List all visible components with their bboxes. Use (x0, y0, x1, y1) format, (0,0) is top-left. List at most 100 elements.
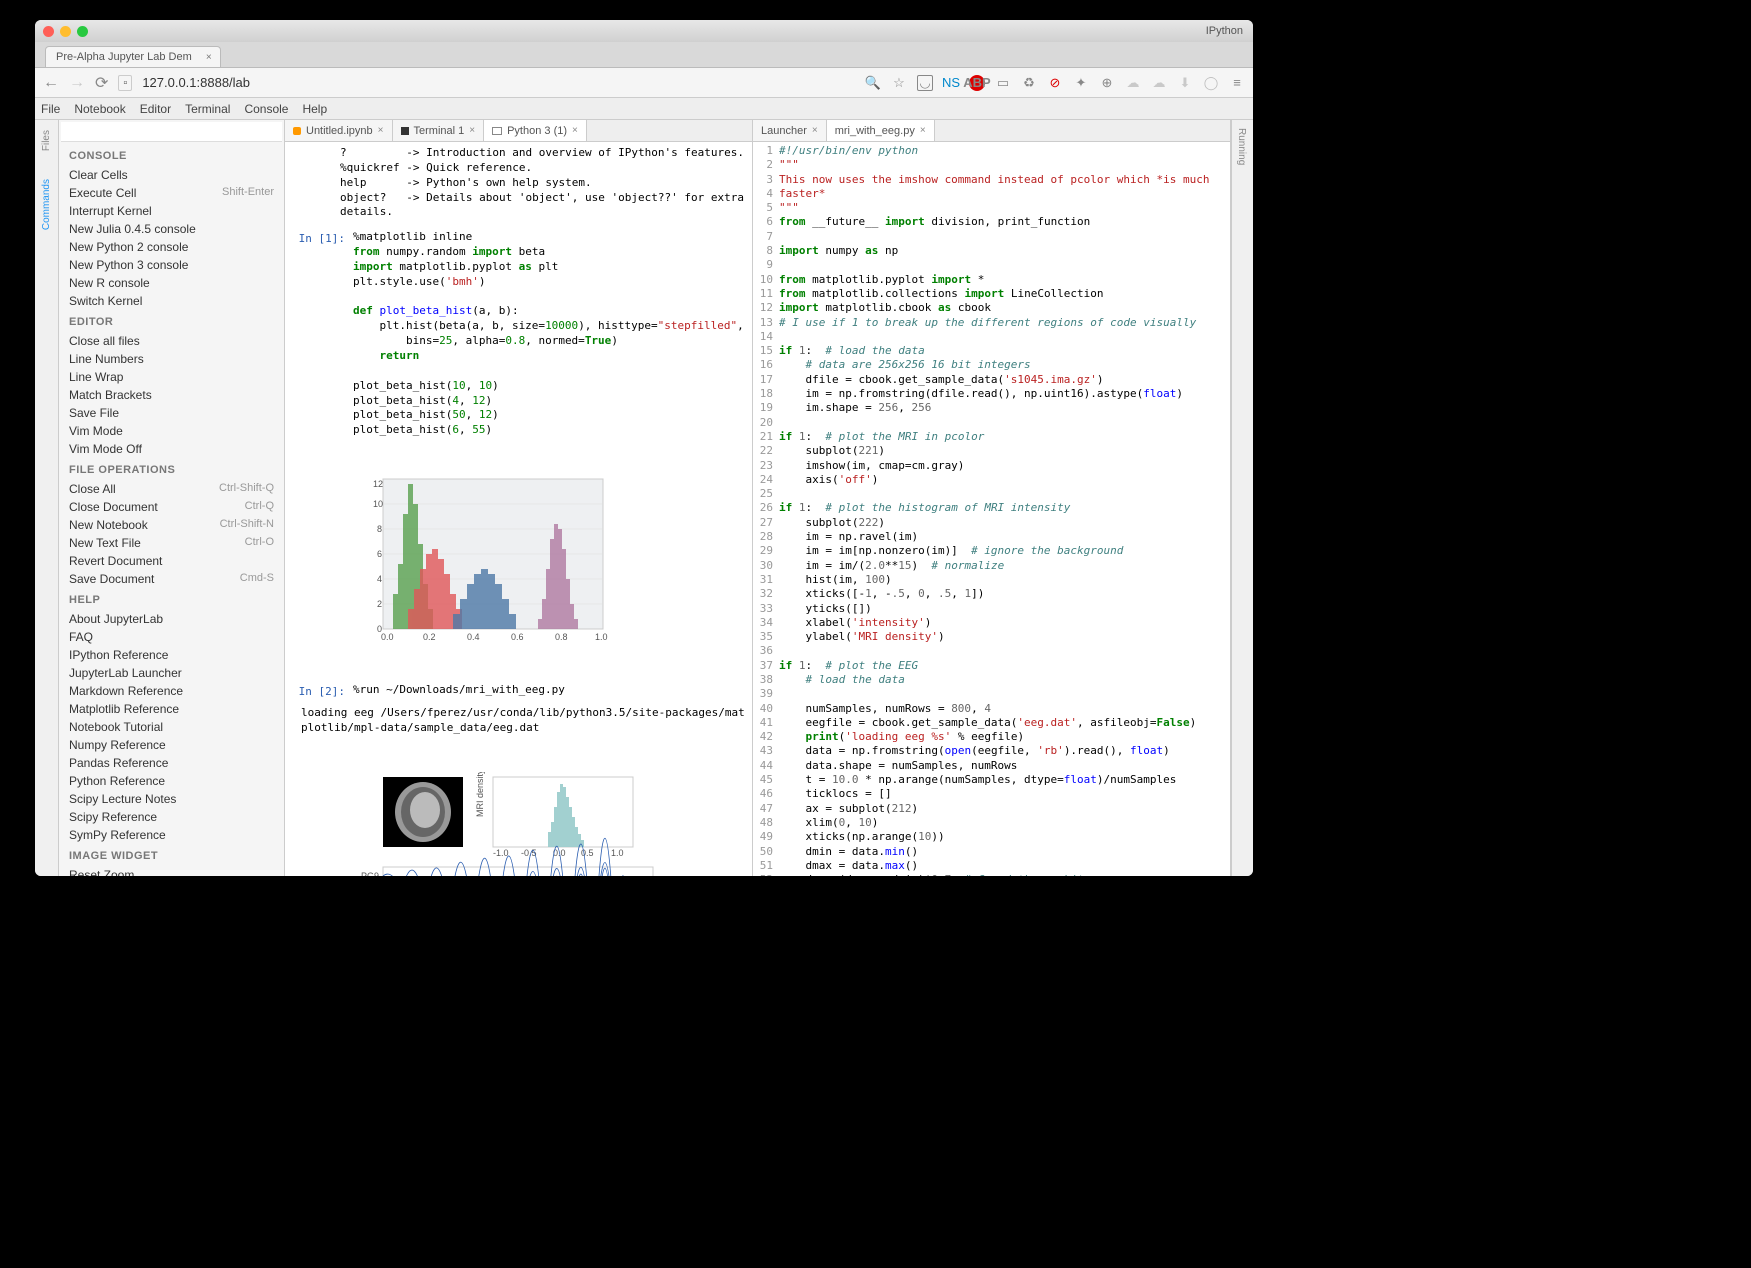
sidebar-item[interactable]: New Julia 0.4.5 console (59, 220, 284, 238)
sidebar-item[interactable]: Notebook Tutorial (59, 718, 284, 736)
sidebar-item-label: Markdown Reference (69, 684, 183, 698)
menu-icon[interactable]: ≡ (1229, 75, 1245, 91)
sidebar-item[interactable]: Execute CellShift-Enter (59, 184, 284, 202)
sidebar-item-label: New R console (69, 276, 150, 290)
command-search-input[interactable] (61, 122, 282, 142)
menu-console[interactable]: Console (244, 102, 288, 116)
pane-tab[interactable]: Launcher× (753, 120, 827, 141)
sidebar-item[interactable]: Clear Cells (59, 166, 284, 184)
sidebar-item[interactable]: New Text FileCtrl-O (59, 534, 284, 552)
rail-commands[interactable]: Commands (41, 175, 52, 234)
console-body[interactable]: ? -> Introduction and overview of IPytho… (285, 142, 752, 876)
sidebar-item[interactable]: Close AllCtrl-Shift-Q (59, 480, 284, 498)
sidebar-item-label: Matplotlib Reference (69, 702, 179, 716)
sidebar-item[interactable]: New Python 3 console (59, 256, 284, 274)
sidebar-item[interactable]: New Python 2 console (59, 238, 284, 256)
search-icon[interactable]: 🔍 (865, 75, 881, 91)
sidebar-item[interactable]: FAQ (59, 628, 284, 646)
sidebar-item[interactable]: Pandas Reference (59, 754, 284, 772)
sidebar-item-label: Vim Mode Off (69, 442, 142, 456)
sidebar-item[interactable]: Match Brackets (59, 386, 284, 404)
ext2-icon[interactable]: ⊕ (1099, 75, 1115, 91)
sidebar-item[interactable]: Close DocumentCtrl-Q (59, 498, 284, 516)
ext5-icon[interactable]: ⬇ (1177, 75, 1193, 91)
pane-tab[interactable]: Terminal 1 × (393, 120, 485, 141)
profile-icon[interactable]: ◯ (1203, 75, 1219, 91)
in2-prompt: In [2]: (293, 683, 353, 698)
sidebar-item-label: IPython Reference (69, 648, 168, 662)
sidebar-item[interactable]: SymPy Reference (59, 826, 284, 844)
svg-text:0.6: 0.6 (511, 632, 524, 642)
left-rail: Files Commands (35, 120, 59, 876)
sidebar-item[interactable]: Line Wrap (59, 368, 284, 386)
in1-prompt: In [1]: (293, 230, 353, 438)
close-tab-icon[interactable]: × (812, 125, 818, 136)
sidebar-item[interactable]: Close all files (59, 332, 284, 350)
menu-editor[interactable]: Editor (140, 102, 171, 116)
pocket-icon[interactable]: ◡ (917, 75, 933, 91)
cast-icon[interactable]: ▭ (995, 75, 1011, 91)
sidebar-item[interactable]: Vim Mode Off (59, 440, 284, 458)
ext4-icon[interactable]: ☁ (1151, 75, 1167, 91)
browser-tab[interactable]: Pre-Alpha Jupyter Lab Dem × (45, 46, 221, 67)
sidebar-item-shortcut: Ctrl-O (245, 536, 274, 550)
close-tab-icon[interactable]: × (206, 52, 212, 63)
sidebar-item[interactable]: Vim Mode (59, 422, 284, 440)
ext3-icon[interactable]: ☁ (1125, 75, 1141, 91)
star-icon[interactable]: ☆ (891, 75, 907, 91)
sidebar-item[interactable]: IPython Reference (59, 646, 284, 664)
sidebar-item[interactable]: Scipy Lecture Notes (59, 790, 284, 808)
sidebar-item[interactable]: Save File (59, 404, 284, 422)
menu-notebook[interactable]: Notebook (74, 102, 125, 116)
reload-button[interactable]: ⟳ (95, 73, 108, 93)
sidebar-section-header: CONSOLE (59, 144, 284, 166)
svg-text:8: 8 (377, 524, 382, 534)
sidebar-item[interactable]: Scipy Reference (59, 808, 284, 826)
close-window-button[interactable] (43, 26, 54, 37)
close-tab-icon[interactable]: × (469, 125, 475, 136)
recycle-icon[interactable]: ♻ (1021, 75, 1037, 91)
menu-help[interactable]: Help (302, 102, 327, 116)
sidebar-item[interactable]: Numpy Reference (59, 736, 284, 754)
sidebar-item[interactable]: About JupyterLab (59, 610, 284, 628)
rail-files[interactable]: Files (41, 126, 52, 155)
sidebar-item[interactable]: Markdown Reference (59, 682, 284, 700)
sidebar-item[interactable]: New NotebookCtrl-Shift-N (59, 516, 284, 534)
sidebar-item[interactable]: Switch Kernel (59, 292, 284, 310)
sidebar-item[interactable]: Matplotlib Reference (59, 700, 284, 718)
sidebar-item[interactable]: Save DocumentCmd-S (59, 570, 284, 588)
ext-icon[interactable]: ✦ (1073, 75, 1089, 91)
code-area[interactable]: #!/usr/bin/env python"""This now uses th… (779, 142, 1230, 876)
tab-label: Terminal 1 (414, 125, 465, 137)
adblock-icon[interactable]: ABP (969, 75, 985, 91)
url-field[interactable]: 127.0.0.1:8888/lab (142, 75, 855, 90)
pane-tab[interactable]: Python 3 (1) × (484, 120, 587, 141)
block-icon[interactable]: ⊘ (1047, 75, 1063, 91)
close-tab-icon[interactable]: × (378, 125, 384, 136)
forward-button[interactable]: → (69, 74, 85, 92)
minimize-window-button[interactable] (60, 26, 71, 37)
pane-tab[interactable]: mri_with_eeg.py× (827, 120, 935, 141)
sidebar-item[interactable]: Revert Document (59, 552, 284, 570)
zoom-window-button[interactable] (77, 26, 88, 37)
close-tab-icon[interactable]: × (920, 125, 926, 136)
sidebar-item[interactable]: Line Numbers (59, 350, 284, 368)
close-tab-icon[interactable]: × (572, 125, 578, 136)
sidebar-section-header: FILE OPERATIONS (59, 458, 284, 480)
menu-file[interactable]: File (41, 102, 60, 116)
browser-toolbar: ← → ⟳ ▫ 127.0.0.1:8888/lab 🔍 ☆ ◡ NS ABP … (35, 68, 1253, 98)
pane-tab[interactable]: Untitled.ipynb× (285, 120, 393, 141)
sidebar-item[interactable]: New R console (59, 274, 284, 292)
tab-label: Python 3 (1) (507, 125, 567, 137)
svg-text:PG9: PG9 (361, 871, 379, 876)
sidebar-item[interactable]: Python Reference (59, 772, 284, 790)
sidebar-item[interactable]: Interrupt Kernel (59, 202, 284, 220)
sidebar-item[interactable]: JupyterLab Launcher (59, 664, 284, 682)
sidebar-item[interactable]: Reset Zoom (59, 866, 284, 876)
menu-terminal[interactable]: Terminal (185, 102, 230, 116)
sidebar-item-label: Execute Cell (69, 186, 136, 200)
editor-body[interactable]: 1234567891011121314151617181920212223242… (753, 142, 1230, 876)
back-button[interactable]: ← (43, 74, 59, 92)
noscript-icon[interactable]: NS (943, 75, 959, 91)
rail-running[interactable]: Running (1232, 120, 1251, 173)
